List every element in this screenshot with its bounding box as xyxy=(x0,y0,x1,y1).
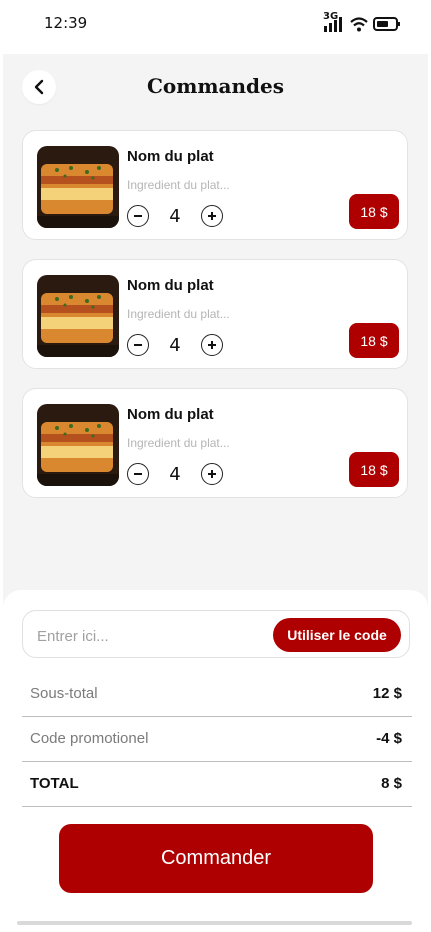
quantity-value: 4 xyxy=(169,334,181,356)
plus-icon xyxy=(208,470,216,478)
plus-icon xyxy=(208,212,216,220)
order-item-card: Nom du plat Ingredient du plat... 4 18 $ xyxy=(22,130,408,240)
promo-row: Code promotionel -4 $ xyxy=(22,717,412,762)
price-badge: 18 $ xyxy=(349,452,399,487)
decrease-button[interactable] xyxy=(127,205,149,227)
status-time: 12:39 xyxy=(44,14,88,32)
home-indicator xyxy=(17,921,412,925)
wifi-icon xyxy=(350,17,368,32)
signal-icon xyxy=(324,17,342,32)
promo-value: -4 $ xyxy=(376,730,402,747)
order-button[interactable]: Commander xyxy=(59,824,373,893)
quantity-value: 4 xyxy=(169,463,181,485)
status-icons xyxy=(323,16,401,32)
order-item-card: Nom du plat Ingredient du plat... 4 18 $ xyxy=(22,388,408,498)
decrease-button[interactable] xyxy=(127,463,149,485)
status-bar: 12:39 3G xyxy=(0,0,431,48)
increase-button[interactable] xyxy=(201,205,223,227)
app-screen: Commandes Nom du plat Ingredient du plat… xyxy=(3,54,428,924)
page-title: Commandes xyxy=(146,74,285,98)
increase-button[interactable] xyxy=(201,334,223,356)
total-row: TOTAL 8 $ xyxy=(22,762,412,807)
quantity-stepper: 4 xyxy=(127,463,223,485)
dish-image xyxy=(37,404,119,486)
dish-name: Nom du plat xyxy=(127,148,214,165)
quantity-stepper: 4 xyxy=(127,205,223,227)
phone-screen: 12:39 3G Commandes Nom du plat Ingredien… xyxy=(0,0,431,932)
dish-image xyxy=(37,146,119,228)
dish-ingredients: Ingredient du plat... xyxy=(127,178,230,192)
promo-code-input[interactable] xyxy=(35,623,259,649)
decrease-button[interactable] xyxy=(127,334,149,356)
total-label: TOTAL xyxy=(30,775,79,792)
order-item-card: Nom du plat Ingredient du plat... 4 18 $ xyxy=(22,259,408,369)
promo-code-field: Utiliser le code xyxy=(22,610,410,658)
subtotal-value: 12 $ xyxy=(372,685,402,702)
dish-name: Nom du plat xyxy=(127,277,214,294)
battery-icon xyxy=(373,17,400,31)
promo-label: Code promotionel xyxy=(30,730,149,747)
dish-image xyxy=(37,275,119,357)
subtotal-label: Sous-total xyxy=(30,685,98,702)
subtotal-row: Sous-total 12 $ xyxy=(22,672,412,717)
total-value: 8 $ xyxy=(381,775,402,792)
dish-ingredients: Ingredient du plat... xyxy=(127,307,230,321)
quantity-value: 4 xyxy=(169,205,181,227)
price-badge: 18 $ xyxy=(349,194,399,229)
plus-icon xyxy=(208,341,216,349)
dish-ingredients: Ingredient du plat... xyxy=(127,436,230,450)
increase-button[interactable] xyxy=(201,463,223,485)
apply-code-button[interactable]: Utiliser le code xyxy=(273,618,401,652)
order-summary-panel: Utiliser le code Sous-total 12 $ Code pr… xyxy=(3,590,428,924)
dish-name: Nom du plat xyxy=(127,406,214,423)
minus-icon xyxy=(134,344,142,346)
quantity-stepper: 4 xyxy=(127,334,223,356)
minus-icon xyxy=(134,473,142,475)
minus-icon xyxy=(134,215,142,217)
price-badge: 18 $ xyxy=(349,323,399,358)
